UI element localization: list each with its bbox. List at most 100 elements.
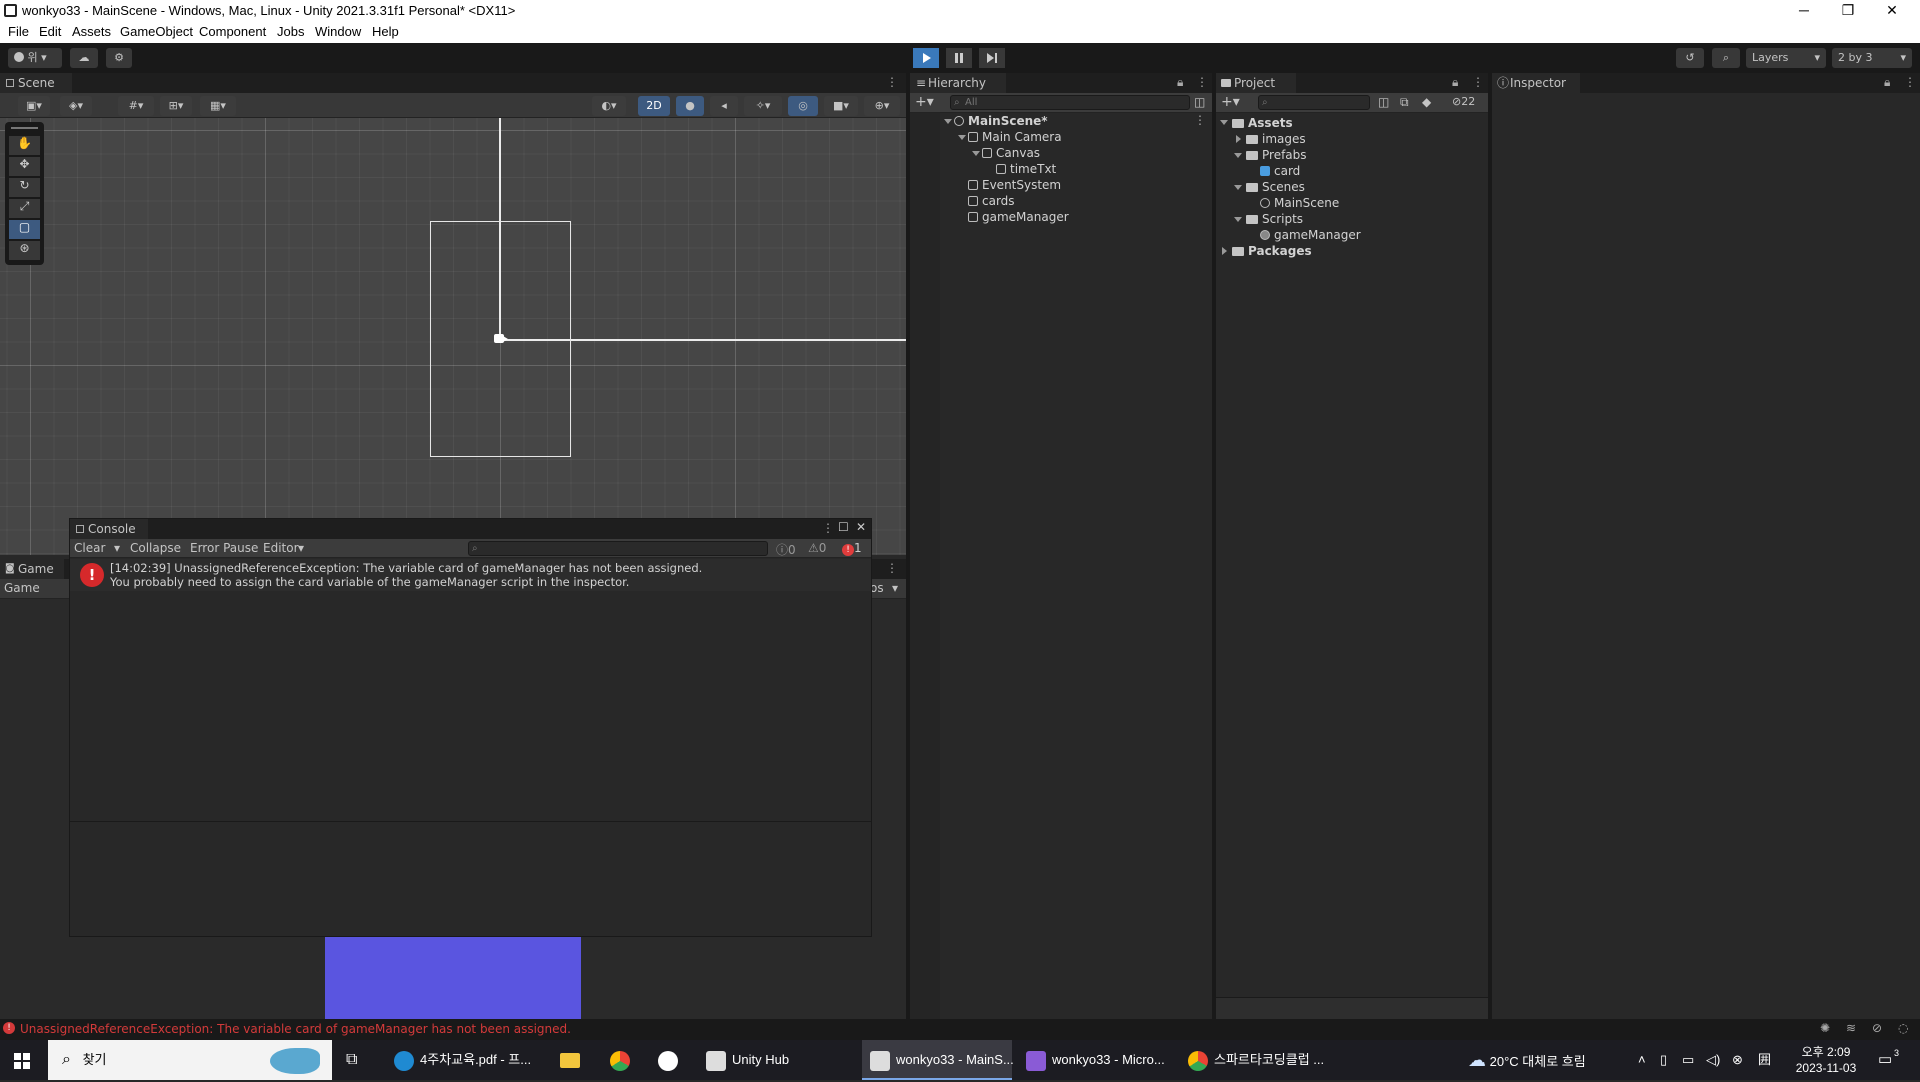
add-icon[interactable]: +▾: [1221, 94, 1240, 110]
effects-dropdown[interactable]: ✧▾: [744, 96, 782, 116]
editor-dropdown[interactable]: Editor: [263, 541, 299, 555]
grid-visibility-dropdown[interactable]: ▦▾: [200, 96, 236, 116]
step-button[interactable]: [979, 48, 1005, 68]
expand-arrow-icon[interactable]: [1236, 135, 1241, 143]
error-pause-button[interactable]: Error Pause: [190, 541, 258, 555]
hierarchy-item-cards[interactable]: cards: [968, 193, 1015, 209]
more-icon[interactable]: ⋮: [1904, 75, 1916, 89]
camera-dropdown[interactable]: ■▾: [824, 96, 858, 116]
debug-icon[interactable]: ✺: [1820, 1021, 1830, 1035]
lock-icon[interactable]: 🔒︎: [1452, 75, 1458, 90]
project-item-scenes[interactable]: Scenes: [1246, 179, 1305, 195]
tab-inspector[interactable]: ⓘ Inspector: [1492, 73, 1580, 93]
menu-gameobject[interactable]: GameObject: [120, 24, 193, 39]
toggle-2d-button[interactable]: 2D: [638, 96, 670, 116]
network-icon[interactable]: ▭: [1682, 1040, 1698, 1080]
ime-icon[interactable]: 囲: [1758, 1040, 1774, 1080]
taskbar-app-explorer[interactable]: [560, 1040, 584, 1080]
shading-dropdown[interactable]: ◐▾: [592, 96, 626, 116]
gizmos-dropdown[interactable]: ⊕▾: [864, 96, 900, 116]
more-icon[interactable]: ⋮: [886, 561, 898, 575]
hierarchy-item-eventsystem[interactable]: EventSystem: [968, 177, 1061, 193]
drag-handle-icon[interactable]: [11, 127, 38, 129]
menu-window[interactable]: Window: [315, 24, 361, 39]
layout-dropdown[interactable]: 2 by 3 ▾: [1832, 48, 1912, 68]
collapse-arrow-icon[interactable]: [958, 135, 966, 140]
lighting-toggle[interactable]: ●: [676, 96, 704, 116]
minimize-button[interactable]: ─: [1782, 0, 1826, 22]
tab-console[interactable]: Console: [70, 519, 148, 539]
collab-button[interactable]: ⚙: [106, 48, 132, 68]
hierarchy-item-gamemanager[interactable]: gameManager: [968, 209, 1069, 225]
scene-root-item[interactable]: MainScene*: [954, 113, 1048, 129]
chevron-down-icon[interactable]: ▾: [892, 581, 898, 595]
lock-icon[interactable]: 🔒︎: [1884, 75, 1890, 90]
draw-mode-dropdown[interactable]: ▣▾: [18, 96, 50, 116]
project-item-packages[interactable]: Packages: [1232, 243, 1312, 259]
taskbar-app-unity-editor[interactable]: wonkyo33 - MainS...: [862, 1040, 1014, 1080]
project-item-mainscene[interactable]: MainScene: [1260, 195, 1339, 211]
hierarchy-search-input[interactable]: ⌕ All: [950, 95, 1190, 110]
more-icon[interactable]: ⋮: [1472, 75, 1484, 89]
account-button[interactable]: 위 ▾: [8, 48, 62, 68]
chevron-down-icon[interactable]: ▾: [298, 541, 304, 555]
collapse-arrow-icon[interactable]: [1234, 153, 1242, 158]
console-log-entry[interactable]: ! [14:02:39] UnassignedReferenceExceptio…: [70, 559, 871, 591]
search-by-type-icon[interactable]: ◫: [1378, 95, 1389, 109]
status-bar[interactable]: ! UnassignedReferenceException: The vari…: [0, 1019, 1920, 1040]
chevron-down-icon[interactable]: ▾: [114, 541, 120, 555]
restore-button[interactable]: ❐: [1826, 0, 1870, 22]
hidden-packages-toggle[interactable]: ⊘22: [1452, 95, 1475, 108]
log-count-toggle[interactable]: ⓘ0: [776, 541, 796, 558]
console-search-input[interactable]: ⌕: [468, 541, 768, 556]
lock-icon[interactable]: 🔒︎: [1177, 75, 1183, 90]
database-icon[interactable]: ≋: [1846, 1021, 1856, 1035]
project-item-scripts[interactable]: Scripts: [1246, 211, 1303, 227]
taskbar-app-chrome[interactable]: [610, 1040, 634, 1080]
taskbar-app-chrome-sparta[interactable]: 스파르타코딩클럽 ...: [1188, 1040, 1338, 1080]
taskbar-app-edge-pdf[interactable]: 4주차교육.pdf - 프...: [394, 1040, 544, 1080]
maximize-icon[interactable]: ☐: [838, 520, 849, 534]
collapse-arrow-icon[interactable]: [1234, 217, 1242, 222]
hidden-objects-toggle[interactable]: ◎: [788, 96, 818, 116]
stats-button[interactable]: os: [870, 581, 884, 595]
undo-history-button[interactable]: ↺: [1676, 48, 1704, 68]
more-icon[interactable]: ⋮: [886, 75, 898, 89]
console-divider[interactable]: [70, 821, 871, 822]
menu-component[interactable]: Component: [199, 24, 266, 39]
taskbar-app-github[interactable]: [658, 1040, 682, 1080]
more-icon[interactable]: ⋮: [1196, 75, 1208, 89]
notification-center-button[interactable]: ▭ 3: [1878, 1040, 1908, 1080]
hierarchy-item-timetxt[interactable]: timeTxt: [996, 161, 1056, 177]
close-button[interactable]: ✕: [1870, 0, 1914, 22]
menu-jobs[interactable]: Jobs: [277, 24, 304, 39]
taskbar-search-box[interactable]: ⌕ 찾기: [48, 1040, 332, 1080]
snap-increment-dropdown[interactable]: ⊞▾: [160, 96, 192, 116]
hierarchy-item-main-camera[interactable]: Main Camera: [968, 129, 1062, 145]
tab-hierarchy[interactable]: ≡ Hierarchy: [910, 73, 1006, 93]
tab-scene[interactable]: Scene: [0, 73, 72, 93]
project-item-images[interactable]: images: [1246, 131, 1306, 147]
move-tool-button[interactable]: ✥: [9, 157, 40, 176]
expand-arrow-icon[interactable]: [1222, 247, 1227, 255]
project-item-gamemanager[interactable]: gameManager: [1260, 227, 1361, 243]
menu-file[interactable]: File: [8, 24, 29, 39]
audio-toggle[interactable]: ◂: [710, 96, 738, 116]
collapse-arrow-icon[interactable]: [972, 151, 980, 156]
game-display-dropdown[interactable]: Game: [4, 581, 40, 595]
add-icon[interactable]: +▾: [915, 94, 934, 110]
menu-help[interactable]: Help: [372, 24, 399, 39]
project-item-prefabs[interactable]: Prefabs: [1246, 147, 1307, 163]
collapse-arrow-icon[interactable]: [1234, 185, 1242, 190]
status-tray-icon[interactable]: ⊗: [1732, 1040, 1748, 1080]
cache-server-icon[interactable]: ⊘: [1872, 1021, 1882, 1035]
render-mode-dropdown[interactable]: ◈▾: [60, 96, 92, 116]
rotate-tool-button[interactable]: ↻: [9, 178, 40, 197]
task-view-button[interactable]: ⧉: [346, 1040, 374, 1080]
more-icon[interactable]: ⋮: [822, 521, 834, 535]
clock[interactable]: 오후 2:09 2023-11-03: [1788, 1040, 1864, 1080]
start-button[interactable]: [12, 1040, 36, 1080]
taskbar-app-unity-hub[interactable]: Unity Hub: [706, 1040, 846, 1080]
project-item-card[interactable]: card: [1260, 163, 1300, 179]
more-icon[interactable]: ⋮: [1194, 113, 1206, 127]
